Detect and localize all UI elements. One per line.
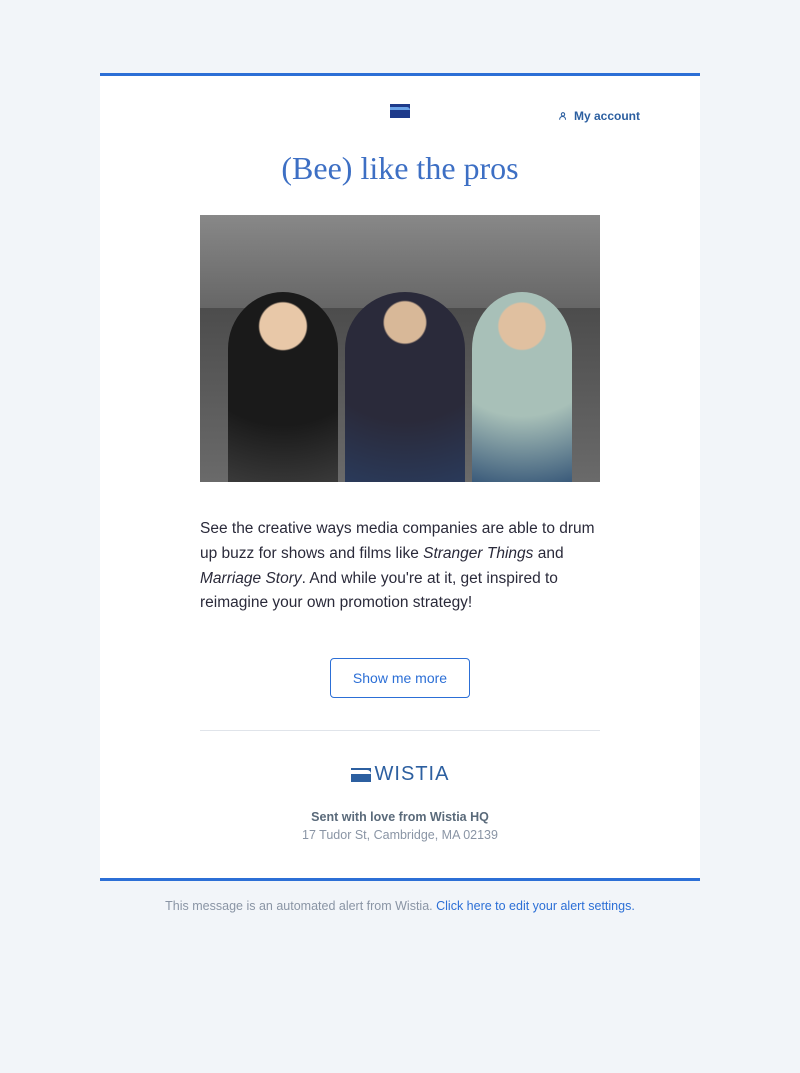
my-account-label: My account xyxy=(574,109,640,123)
hero-figure xyxy=(345,292,465,482)
wistia-logo-small[interactable] xyxy=(390,104,410,118)
hero-figure xyxy=(472,292,572,482)
body-text-mid: and xyxy=(533,545,563,562)
hero-image[interactable] xyxy=(200,215,600,482)
body-paragraph: See the creative ways media companies ar… xyxy=(100,482,700,616)
header: My account xyxy=(100,76,700,118)
alert-footer: This message is an automated alert from … xyxy=(100,881,700,931)
body-italic-2: Marriage Story xyxy=(200,570,302,587)
hero-figure xyxy=(228,292,338,482)
cta-button[interactable]: Show me more xyxy=(330,658,470,698)
email-container: My account (Bee) like the pros See the c… xyxy=(100,73,700,881)
footer-logo[interactable]: WISTIA xyxy=(100,763,700,786)
my-account-link[interactable]: My account xyxy=(558,109,640,123)
footer-brand-text: WISTIA xyxy=(375,763,450,786)
user-icon xyxy=(558,111,568,121)
wistia-flag-icon xyxy=(351,768,371,782)
body-italic-1: Stranger Things xyxy=(423,545,533,562)
divider xyxy=(200,730,600,731)
alert-settings-link[interactable]: Click here to edit your alert settings. xyxy=(436,899,635,913)
footer-tagline: Sent with love from Wistia HQ xyxy=(100,810,700,824)
footer-address: 17 Tudor St, Cambridge, MA 02139 xyxy=(100,828,700,878)
alert-text: This message is an automated alert from … xyxy=(165,899,436,913)
page-title: (Bee) like the pros xyxy=(100,150,700,187)
